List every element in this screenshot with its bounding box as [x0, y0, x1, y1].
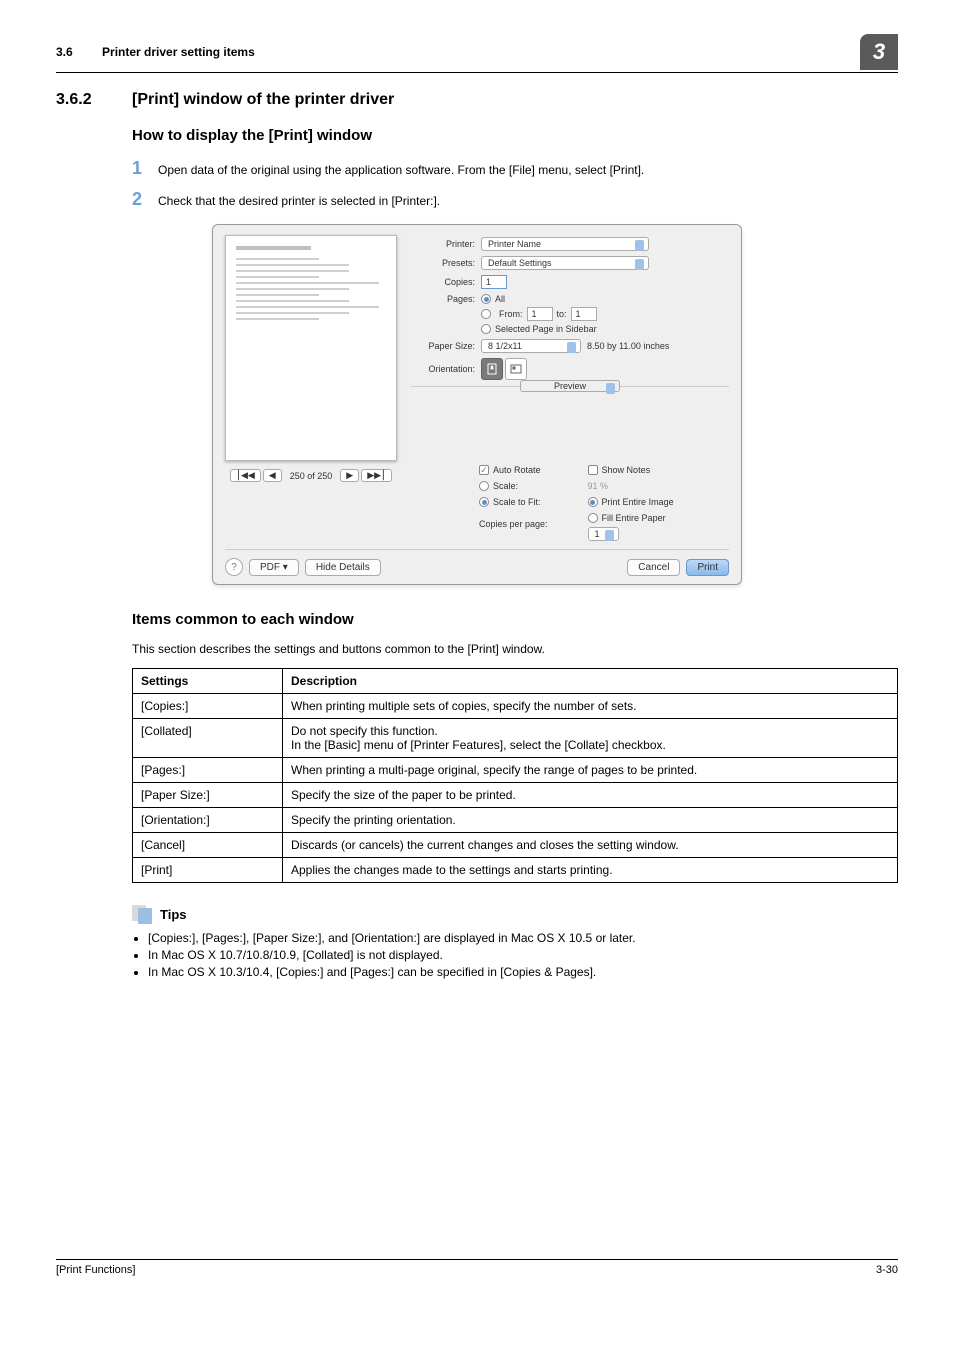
- pager-first[interactable]: ⎮◀◀: [230, 469, 261, 482]
- section-title: [Print] window of the printer driver: [132, 91, 394, 109]
- table-row: [Paper Size:]Specify the size of the pap…: [133, 783, 898, 808]
- scale-pct: 91 %: [588, 481, 674, 491]
- pager-text: 250 of 250: [284, 471, 339, 481]
- tips-label: Tips: [160, 907, 187, 922]
- list-item: In Mac OS X 10.7/10.8/10.9, [Collated] i…: [148, 948, 898, 962]
- pages-all-radio[interactable]: [481, 294, 491, 304]
- copies-label: Copies:: [411, 277, 475, 287]
- step-text-1: Open data of the original using the appl…: [158, 160, 644, 177]
- header-rule: [56, 72, 898, 73]
- pager-last[interactable]: ▶▶⎮: [361, 469, 392, 482]
- scale-radio[interactable]: [479, 481, 489, 491]
- presets-label: Presets:: [411, 258, 475, 268]
- orientation-landscape[interactable]: [505, 358, 527, 380]
- help-icon[interactable]: ?: [225, 558, 243, 576]
- paper-size-label: Paper Size:: [411, 341, 475, 351]
- pages-selected-radio[interactable]: [481, 324, 491, 334]
- copies-input[interactable]: 1: [481, 275, 507, 289]
- pages-to-label: to:: [557, 309, 567, 319]
- preview-pager: ⎮◀◀ ◀ 250 of 250 ▶ ▶▶⎮: [225, 469, 397, 482]
- tips-icon: [132, 905, 154, 923]
- footer-right: 3-30: [876, 1264, 898, 1276]
- scale-fit-label: Scale to Fit:: [493, 497, 541, 507]
- th-description: Description: [283, 669, 898, 694]
- presets-select[interactable]: Default Settings: [481, 256, 649, 270]
- show-notes-check[interactable]: [588, 465, 598, 475]
- table-header-row: Settings Description: [133, 669, 898, 694]
- preview-thumbnail: [225, 235, 397, 461]
- print-entire-label: Print Entire Image: [602, 497, 674, 507]
- pages-from-radio[interactable]: [481, 309, 491, 319]
- settings-table: Settings Description [Copies:]When print…: [132, 668, 898, 883]
- footer-left: [Print Functions]: [56, 1264, 135, 1276]
- pages-all-label: All: [495, 294, 505, 304]
- step-number-1: 1: [132, 158, 158, 179]
- orientation-label: Orientation:: [411, 364, 475, 374]
- table-row: [Cancel]Discards (or cancels) the curren…: [133, 833, 898, 858]
- table-row: [Collated]Do not specify this function. …: [133, 719, 898, 758]
- fill-paper-label: Fill Entire Paper: [602, 513, 666, 523]
- chapter-number-badge: 3: [860, 34, 898, 70]
- step-text-2: Check that the desired printer is select…: [158, 191, 440, 208]
- pages-from-label: From:: [499, 309, 523, 319]
- section-select[interactable]: Preview: [520, 380, 620, 392]
- print-dialog-screenshot: Printer: Printer Name Presets: Default S…: [212, 224, 742, 585]
- cpp-label: Copies per page:: [479, 519, 548, 529]
- pages-from-input[interactable]: 1: [527, 307, 553, 321]
- items-description: This section describes the settings and …: [132, 642, 898, 656]
- fill-paper-radio[interactable]: [588, 513, 598, 523]
- show-notes-label: Show Notes: [602, 465, 651, 475]
- pages-selected-label: Selected Page in Sidebar: [495, 324, 597, 334]
- printer-select[interactable]: Printer Name: [481, 237, 649, 251]
- subheading-display: How to display the [Print] window: [132, 127, 898, 144]
- table-row: [Orientation:]Specify the printing orien…: [133, 808, 898, 833]
- th-settings: Settings: [133, 669, 283, 694]
- subheading-items: Items common to each window: [132, 611, 898, 628]
- preview-separator: Preview: [411, 386, 729, 399]
- orientation-portrait[interactable]: [481, 358, 503, 380]
- pages-to-input[interactable]: 1: [571, 307, 597, 321]
- list-item: [Copies:], [Pages:], [Paper Size:], and …: [148, 931, 898, 945]
- scale-label: Scale:: [493, 481, 518, 491]
- header-section-num: 3.6: [56, 45, 73, 59]
- print-entire-radio[interactable]: [588, 497, 598, 507]
- pdf-button[interactable]: PDF ▾: [249, 559, 299, 576]
- paper-size-dim: 8.50 by 11.00 inches: [587, 341, 669, 351]
- step-number-2: 2: [132, 189, 158, 210]
- cpp-select[interactable]: 1: [588, 527, 619, 541]
- paper-size-select[interactable]: 8 1/2x11: [481, 339, 581, 353]
- table-row: [Pages:]When printing a multi-page origi…: [133, 758, 898, 783]
- print-button[interactable]: Print: [686, 559, 729, 576]
- auto-rotate-check[interactable]: [479, 465, 489, 475]
- list-item: In Mac OS X 10.3/10.4, [Copies:] and [Pa…: [148, 965, 898, 979]
- hide-details-button[interactable]: Hide Details: [305, 559, 381, 576]
- section-number: 3.6.2: [56, 91, 132, 109]
- printer-label: Printer:: [411, 239, 475, 249]
- cancel-button[interactable]: Cancel: [627, 559, 680, 576]
- running-header: 3.6 Printer driver setting items: [56, 45, 255, 59]
- table-row: [Copies:]When printing multiple sets of …: [133, 694, 898, 719]
- table-row: [Print]Applies the changes made to the s…: [133, 858, 898, 883]
- pager-next[interactable]: ▶: [340, 469, 359, 482]
- scale-fit-radio[interactable]: [479, 497, 489, 507]
- header-section-title: Printer driver setting items: [102, 45, 255, 59]
- pages-label: Pages:: [411, 294, 475, 304]
- auto-rotate-label: Auto Rotate: [493, 465, 541, 475]
- pager-prev[interactable]: ◀: [263, 469, 282, 482]
- tips-list: [Copies:], [Pages:], [Paper Size:], and …: [132, 931, 898, 979]
